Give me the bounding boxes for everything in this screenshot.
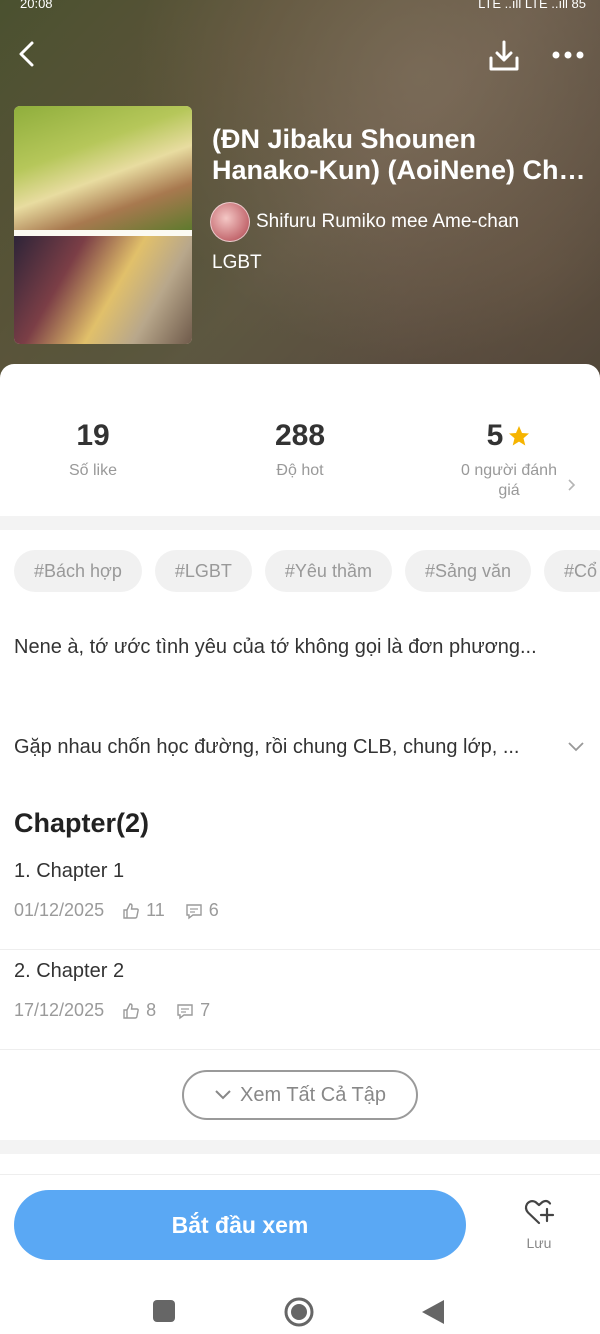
recents-icon[interactable]: [151, 1298, 177, 1324]
tag-chip[interactable]: #Cổ: [544, 550, 600, 592]
author-avatar[interactable]: [210, 202, 250, 242]
view-all-chapters-button[interactable]: Xem Tất Cả Tập: [182, 1070, 418, 1120]
description-summary: Gặp nhau chốn học đường, rồi chung CLB, …: [14, 736, 520, 758]
tag-chip[interactable]: #Yêu thầm: [264, 550, 392, 592]
chevron-right-icon[interactable]: [566, 477, 578, 493]
chapter-likes: 8: [146, 1000, 157, 1020]
comment-icon: [186, 903, 202, 919]
author-name[interactable]: Shifuru Rumiko mee Ame-chan: [256, 211, 519, 233]
back-nav-icon[interactable]: [420, 1298, 446, 1326]
tag-chip[interactable]: #Bách hợp: [14, 550, 142, 592]
chapter-list-item[interactable]: 2. Chapter 2 17/12/2025 8 7: [0, 952, 600, 1050]
tag-list: #Bách hợp #LGBT #Yêu thầm #Sảng văn #Cổ: [14, 550, 600, 594]
home-icon[interactable]: [283, 1296, 315, 1328]
download-icon[interactable]: [486, 38, 522, 74]
save-button[interactable]: Lưu: [514, 1196, 564, 1251]
chapter-comments: 7: [200, 1000, 211, 1020]
save-label: Lưu: [526, 1235, 552, 1251]
chapter-title: 2. Chapter 2: [14, 960, 125, 982]
chapters-heading: Chapter(2): [14, 808, 150, 838]
tag-chip[interactable]: #Sảng văn: [404, 550, 532, 592]
action-bar-divider: [0, 1174, 600, 1175]
thumbs-up-icon: [123, 902, 139, 919]
stats-row: 19 Số like 288 Độ hot 5 0 người đánh giá: [0, 364, 600, 516]
chapter-date: 01/12/2025: [14, 900, 105, 920]
content-sheet: 19 Số like 288 Độ hot 5 0 người đánh giá…: [0, 364, 600, 1334]
chevron-down-icon[interactable]: [566, 738, 586, 754]
chapter-likes: 11: [146, 900, 165, 920]
thumbs-up-icon: [123, 1002, 139, 1019]
chapter-comments: 6: [208, 900, 219, 920]
rating-stat[interactable]: 5 0 người đánh giá: [450, 419, 568, 501]
comment-icon: [177, 1003, 193, 1019]
likes-stat: 19 Số like: [68, 419, 118, 479]
status-bar: 20:08 LTE ..ıll LTE ..ıll 85: [0, 0, 600, 14]
author-row[interactable]: Shifuru Rumiko mee Ame-chan: [210, 202, 519, 242]
chapter-title: 1. Chapter 1: [14, 860, 125, 882]
chapter-date: 17/12/2025: [14, 1000, 105, 1020]
rating-count-label: 0 người đánh giá: [461, 462, 557, 499]
section-divider: [0, 1140, 600, 1154]
hot-stat: 288 Độ hot: [274, 419, 326, 479]
more-dots-icon[interactable]: [548, 40, 588, 70]
section-divider: [0, 516, 600, 530]
chevron-down-icon: [215, 1090, 231, 1100]
chapter-list-item[interactable]: 1. Chapter 1 01/12/2025 11 6: [0, 852, 600, 950]
start-reading-button[interactable]: Bắt đầu xem: [14, 1190, 466, 1260]
system-navigation-bar: [0, 1286, 600, 1334]
status-time: 20:08: [20, 0, 53, 11]
story-cover-image[interactable]: [14, 106, 192, 344]
tag-chip[interactable]: #LGBT: [154, 550, 252, 592]
star-icon: [509, 426, 530, 446]
status-indicators: LTE ..ıll LTE ..ıll 85: [478, 0, 586, 11]
genre-label: LGBT: [212, 252, 262, 273]
description-intro: Nene à, tớ ước tình yêu của tớ không gọi…: [14, 636, 537, 658]
story-title: (ĐN Jibaku Shounen Hanako-Kun) (AoiNene)…: [212, 124, 588, 185]
heart-plus-icon: [524, 1199, 555, 1225]
back-icon[interactable]: [12, 38, 44, 70]
rating-value: 5: [486, 419, 504, 452]
